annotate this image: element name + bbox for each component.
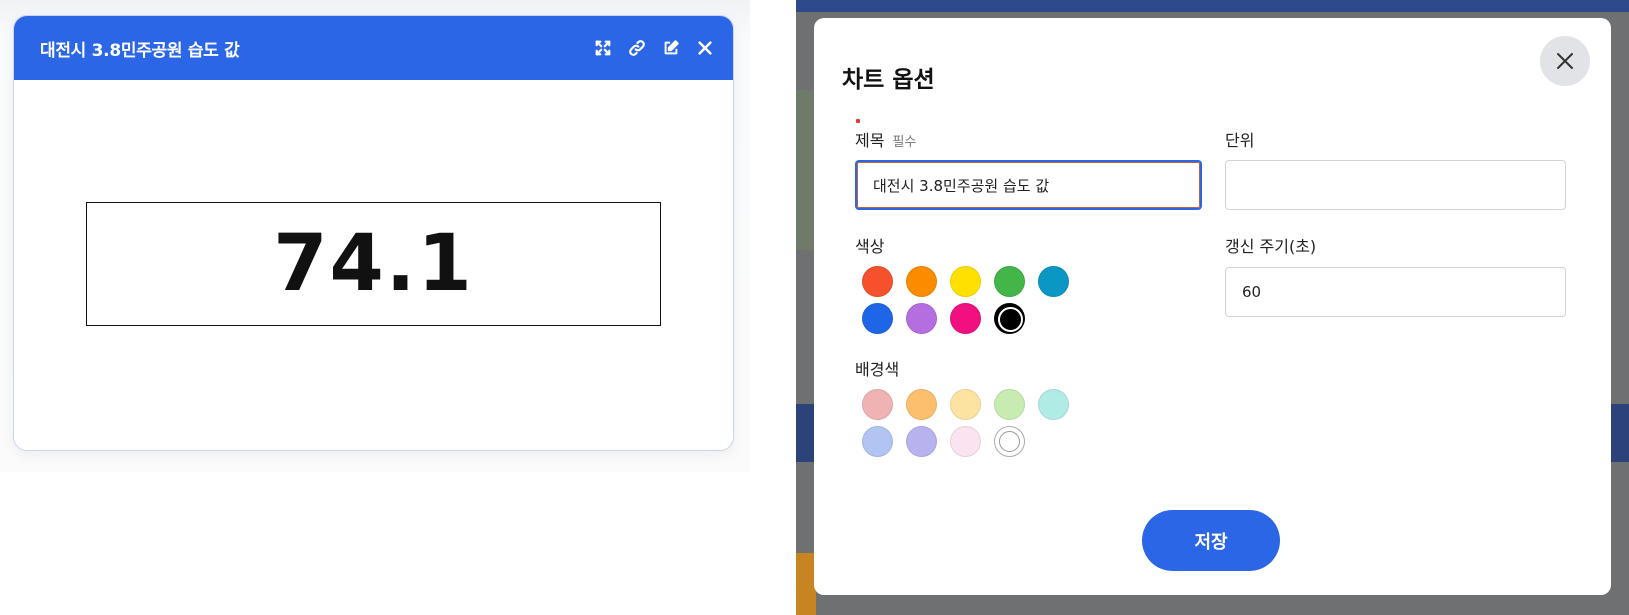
required-marker	[856, 119, 860, 123]
bg-color-swatches	[862, 389, 1069, 457]
color-swatch[interactable]	[906, 266, 937, 297]
color-label: 색상	[855, 237, 885, 256]
close-icon	[1557, 53, 1573, 69]
value-display: 74.1	[86, 202, 661, 326]
backdrop-header-strip	[796, 0, 1629, 12]
bg-color-swatch[interactable]	[994, 389, 1025, 420]
widget-header: 대전시 3.8민주공원 습도 값	[14, 16, 733, 80]
refresh-interval-input[interactable]	[1225, 267, 1566, 317]
color-swatch[interactable]	[1038, 266, 1069, 297]
backdrop-accent	[796, 553, 816, 615]
title-input[interactable]	[855, 160, 1202, 210]
bg-color-swatch[interactable]	[950, 426, 981, 457]
color-swatch[interactable]	[994, 266, 1025, 297]
bg-color-swatch[interactable]	[906, 389, 937, 420]
value-text: 74.1	[273, 219, 474, 309]
bg-color-swatch[interactable]	[906, 426, 937, 457]
link-icon[interactable]	[627, 38, 647, 58]
modal-close-button[interactable]	[1540, 36, 1590, 86]
title-field-label: 제목 필수	[855, 127, 916, 151]
bg-color-swatch[interactable]	[1038, 389, 1069, 420]
color-swatch[interactable]	[862, 303, 893, 334]
chart-options-modal: 차트 옵션 제목 필수 단위 색상 갱신 주기(초) 배경색 저장	[814, 18, 1611, 595]
color-swatch[interactable]	[994, 303, 1025, 334]
bg-color-swatch[interactable]	[950, 389, 981, 420]
unit-input[interactable]	[1225, 160, 1566, 210]
color-swatch[interactable]	[862, 266, 893, 297]
bg-color-swatch[interactable]	[862, 426, 893, 457]
widget-title: 대전시 3.8민주공원 습도 값	[40, 40, 240, 61]
widget-actions	[593, 38, 715, 58]
modal-title: 차트 옵션	[842, 67, 935, 93]
chart-widget: 대전시 3.8민주공원 습도 값 74.1	[13, 15, 734, 451]
bg-color-swatch[interactable]	[862, 389, 893, 420]
backdrop-panel	[796, 90, 815, 250]
close-icon[interactable]	[695, 38, 715, 58]
edit-icon[interactable]	[661, 38, 681, 58]
title-label-text: 제목	[855, 131, 885, 150]
expand-icon[interactable]	[593, 38, 613, 58]
bg-color-swatch[interactable]	[994, 426, 1025, 457]
bg-color-label: 배경색	[855, 360, 900, 379]
required-label: 필수	[892, 135, 917, 150]
color-swatches	[862, 266, 1069, 334]
unit-field-label: 단위	[1225, 131, 1255, 150]
color-swatch[interactable]	[950, 266, 981, 297]
save-button[interactable]: 저장	[1142, 510, 1280, 571]
refresh-field-label: 갱신 주기(초)	[1225, 237, 1317, 256]
color-swatch[interactable]	[906, 303, 937, 334]
color-swatch[interactable]	[950, 303, 981, 334]
